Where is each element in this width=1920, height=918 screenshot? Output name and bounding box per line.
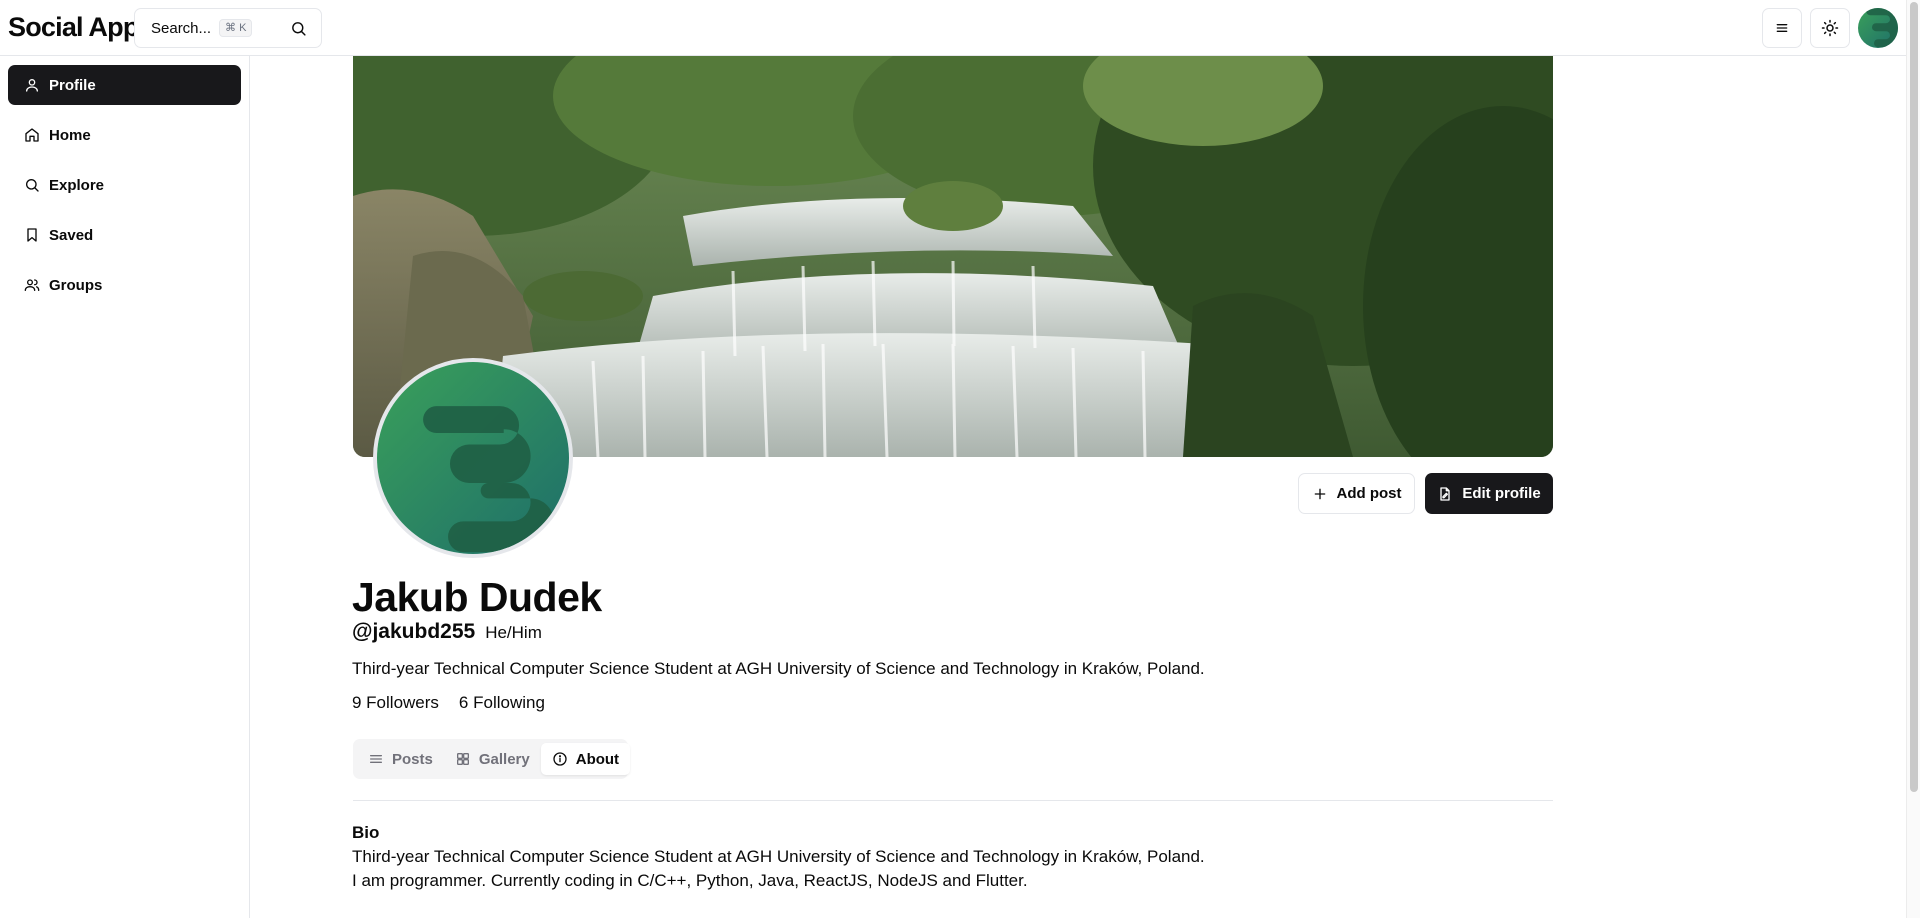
sidebar-item-profile[interactable]: Profile <box>8 65 241 105</box>
tab-about[interactable]: About <box>540 743 631 775</box>
sidebar-item-label: Profile <box>49 76 96 94</box>
profile-handle: @jakubd255 <box>352 620 476 643</box>
tab-label: About <box>575 750 620 768</box>
profile-tabs: Posts Gallery About <box>353 739 631 779</box>
bio-heading: Bio <box>352 823 380 842</box>
avatar-image <box>1858 8 1898 48</box>
top-header: Social App Search... ⌘ K <box>0 0 1906 56</box>
sidebar-item-label: Groups <box>49 276 103 294</box>
menu-icon <box>1776 23 1788 32</box>
followers-link[interactable]: 9 Followers <box>352 693 439 713</box>
search-button[interactable]: Search... ⌘ K <box>134 8 322 48</box>
profile-stats: 9 Followers 6 Following <box>352 693 565 713</box>
sidebar-item-explore[interactable]: Explore <box>8 165 241 205</box>
theme-toggle-button[interactable] <box>1810 8 1850 48</box>
bookmark-icon <box>27 228 37 242</box>
home-icon <box>25 128 39 142</box>
user-avatar-button[interactable] <box>1858 8 1898 48</box>
tab-label: Posts <box>392 750 433 768</box>
info-icon <box>553 752 567 766</box>
sidebar-item-label: Saved <box>49 226 94 244</box>
section-divider <box>353 800 1553 801</box>
sun-icon <box>1821 19 1839 37</box>
sidebar-item-label: Home <box>49 126 91 144</box>
search-icon <box>26 179 39 192</box>
handle-row: @jakubd255 He/Him <box>352 620 542 644</box>
avatar-image <box>377 362 569 554</box>
menu-button[interactable] <box>1762 8 1802 48</box>
search-icon <box>292 22 306 36</box>
scrollbar-thumb[interactable] <box>1910 2 1918 792</box>
list-icon <box>370 755 382 763</box>
page-scrollbar[interactable] <box>1906 0 1920 918</box>
search-label: Search... <box>151 19 212 37</box>
sidebar-item-groups[interactable]: Groups <box>8 265 241 305</box>
edit-profile-button[interactable]: Edit profile <box>1425 473 1553 514</box>
plus-icon <box>1314 488 1325 499</box>
sidebar-item-label: Explore <box>49 176 105 194</box>
bio-line: I am programmer. Currently coding in C/C… <box>352 871 1028 890</box>
profile-pronouns: He/Him <box>485 623 542 642</box>
profile-tagline: Third-year Technical Computer Science St… <box>352 659 1205 678</box>
tab-label: Gallery <box>478 750 530 768</box>
sidebar: Profile Home Explore Saved Groups <box>0 56 250 918</box>
edit-profile-label: Edit profile <box>1462 485 1541 502</box>
user-icon <box>26 79 38 92</box>
add-post-label: Add post <box>1336 485 1402 502</box>
add-post-button[interactable]: Add post <box>1298 473 1415 514</box>
profile-avatar <box>373 358 573 558</box>
tab-posts[interactable]: Posts <box>357 743 444 775</box>
following-link[interactable]: 6 Following <box>459 693 545 713</box>
profile-name: Jakub Dudek <box>352 574 602 620</box>
grid-icon <box>456 753 469 765</box>
sidebar-item-saved[interactable]: Saved <box>8 215 241 255</box>
tab-gallery[interactable]: Gallery <box>444 743 541 775</box>
file-edit-icon <box>1440 486 1450 501</box>
users-icon <box>24 279 40 291</box>
app-logo[interactable]: Social App <box>8 12 139 43</box>
search-shortcut-badge: ⌘ K <box>219 19 253 37</box>
sidebar-item-home[interactable]: Home <box>8 115 241 155</box>
bio-line: Third-year Technical Computer Science St… <box>352 847 1205 866</box>
